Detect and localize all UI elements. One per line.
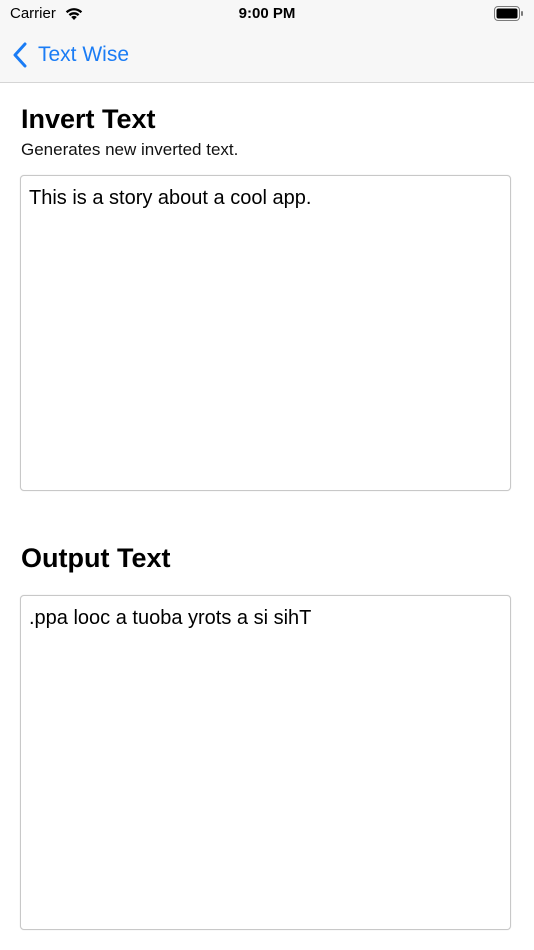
- clock: 9:00 PM: [238, 5, 296, 22]
- back-button[interactable]: Text Wise: [12, 38, 129, 72]
- output-title: Output Text: [21, 543, 171, 573]
- chevron-left-icon: [13, 42, 27, 68]
- back-button-label: Text Wise: [38, 43, 130, 66]
- status-bar: Carrier 9:00 PM: [0, 0, 534, 30]
- output-text-area[interactable]: .ppa looc a tuoba yrots a si sihT: [20, 595, 511, 930]
- navigation-bar: Text Wise: [0, 30, 534, 83]
- invert-title: Invert Text: [21, 104, 156, 134]
- input-text-area[interactable]: This is a story about a cool app.: [20, 175, 511, 491]
- battery-full-icon: [494, 6, 523, 21]
- invert-subtitle: Generates new inverted text.: [21, 140, 239, 159]
